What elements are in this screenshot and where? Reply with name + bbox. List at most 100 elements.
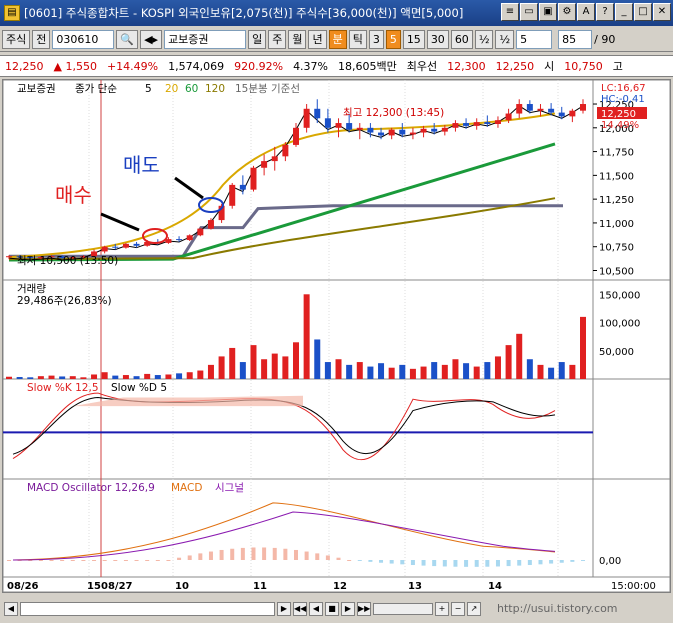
buy-note: 매수 bbox=[55, 183, 92, 207]
candle-body bbox=[441, 127, 448, 132]
volume-bar bbox=[144, 373, 151, 379]
volume-bar bbox=[505, 345, 512, 379]
volume-bar bbox=[186, 372, 193, 379]
interval-half-b[interactable]: ½ bbox=[495, 29, 515, 49]
restore-icon[interactable]: ▭ bbox=[520, 3, 538, 21]
volume-bar bbox=[101, 372, 108, 379]
volume-bar bbox=[80, 377, 87, 379]
help-icon[interactable]: ? bbox=[596, 3, 614, 21]
lc-label: LC:16,67 bbox=[601, 83, 646, 94]
menu-icon[interactable]: ≡ bbox=[501, 3, 519, 21]
macd-osc-bar bbox=[474, 560, 479, 567]
macd-osc-bar bbox=[102, 560, 107, 561]
macd-osc-bar bbox=[464, 560, 469, 567]
volume-bar bbox=[69, 376, 76, 379]
interval-30[interactable]: 30 bbox=[426, 29, 449, 49]
draw-icon[interactable]: ↗ bbox=[467, 601, 481, 616]
tab-day[interactable]: 일 bbox=[248, 29, 267, 49]
speaker-icon[interactable]: ◀▸ bbox=[140, 29, 163, 49]
settings-icon[interactable]: ⚙ bbox=[558, 3, 576, 21]
macd-osc-bar bbox=[347, 560, 352, 561]
maximize-icon[interactable]: □ bbox=[634, 3, 652, 21]
scroll-right-icon[interactable]: ▶ bbox=[277, 601, 291, 616]
volume-bar bbox=[463, 363, 470, 379]
macd-osc-bar bbox=[60, 560, 65, 561]
zoom-in-icon[interactable]: + bbox=[435, 601, 449, 616]
first-icon[interactable]: ◀◀ bbox=[293, 601, 307, 616]
stop-icon[interactable]: ■ bbox=[325, 601, 339, 616]
volume-bar bbox=[558, 362, 565, 379]
macd-osc-bar bbox=[49, 560, 54, 561]
candle-body bbox=[431, 128, 438, 132]
volume-bar bbox=[59, 376, 66, 379]
volume-bar bbox=[122, 375, 129, 379]
toolbar: 주식 전 030610 🔍 ◀▸ 교보증권 일 주 월 년 분 틱 3 5 15… bbox=[0, 27, 673, 52]
volume-bar bbox=[293, 342, 299, 379]
tab-month[interactable]: 월 bbox=[288, 29, 307, 49]
close-icon[interactable]: ✕ bbox=[653, 3, 671, 21]
tab-minute[interactable]: 분 bbox=[328, 29, 347, 49]
stock-code-input[interactable]: 030610 bbox=[52, 29, 115, 49]
interval-5[interactable]: 5 bbox=[385, 29, 401, 49]
tab-year[interactable]: 년 bbox=[308, 29, 327, 49]
tab-week[interactable]: 주 bbox=[268, 29, 287, 49]
interval-half-a[interactable]: ½ bbox=[474, 29, 494, 49]
interval-15[interactable]: 15 bbox=[402, 29, 425, 49]
scroll-left-icon[interactable]: ◀ bbox=[4, 601, 18, 616]
volume-bar bbox=[452, 359, 459, 379]
candle-body bbox=[537, 108, 544, 111]
last-icon[interactable]: ▶▶ bbox=[357, 601, 371, 616]
macd-osc-bar bbox=[145, 560, 150, 561]
chart-canvas[interactable]: 08/26 15 08/27 10 11 12 13 14 15:00:0012,25012,0… bbox=[3, 80, 670, 592]
macd-osc-bar bbox=[315, 553, 320, 560]
candle-body bbox=[346, 123, 353, 130]
volume-bar bbox=[378, 363, 385, 379]
candle-body bbox=[580, 104, 586, 111]
prev-icon[interactable]: ◀ bbox=[309, 601, 323, 616]
interval-60[interactable]: 60 bbox=[450, 29, 473, 49]
scrollbar-track[interactable] bbox=[20, 601, 275, 616]
macd-osc-bar bbox=[495, 560, 500, 567]
candle-body bbox=[484, 122, 491, 124]
next-icon[interactable]: ▶ bbox=[341, 601, 355, 616]
stock-type-select[interactable]: 주식 bbox=[2, 29, 31, 49]
prev-button[interactable]: 전 bbox=[32, 29, 51, 49]
legend-ma: 종가 단순 bbox=[75, 83, 117, 95]
count-input[interactable]: 85 bbox=[558, 29, 593, 49]
font-icon[interactable]: A bbox=[577, 3, 595, 21]
hc-label: HC:-0,41 bbox=[601, 94, 645, 105]
interval-3[interactable]: 3 bbox=[368, 29, 384, 49]
candle-body bbox=[505, 113, 512, 121]
chart-area[interactable]: 08/26 15 08/27 10 11 12 13 14 15:00:00 12,250 12,0… bbox=[2, 79, 671, 593]
candle-body bbox=[473, 122, 480, 126]
price-tick-label: 11,500 bbox=[599, 171, 634, 182]
sell-note: 매도 bbox=[123, 153, 160, 177]
macd-osc-bar bbox=[368, 560, 373, 562]
volume-bar bbox=[48, 375, 55, 379]
macd-osc-bar bbox=[123, 560, 128, 561]
interval-select[interactable]: 5 bbox=[516, 29, 553, 49]
minimize-icon[interactable]: _ bbox=[615, 3, 633, 21]
volume-bar bbox=[473, 366, 480, 379]
tile-icon[interactable]: ▣ bbox=[539, 3, 557, 21]
macd-osc-bar bbox=[538, 560, 543, 565]
candle-body bbox=[314, 108, 321, 119]
macd-osc-bar bbox=[527, 560, 532, 566]
zoom-slider[interactable] bbox=[373, 602, 433, 615]
x-tick-label: 08/26 bbox=[7, 581, 39, 592]
macd-osc-bar bbox=[272, 547, 277, 560]
x-time-label: 15:00:00 bbox=[611, 581, 656, 592]
stock-name-field[interactable]: 교보증권 bbox=[164, 29, 247, 49]
candle-body bbox=[303, 108, 310, 128]
tab-tick[interactable]: 틱 bbox=[348, 29, 367, 49]
candle-body bbox=[409, 132, 416, 135]
candle-body bbox=[176, 239, 183, 241]
macd-osc-bar bbox=[113, 560, 118, 561]
zoom-out-icon[interactable]: − bbox=[451, 601, 465, 616]
macd-osc-bar bbox=[485, 560, 490, 567]
bid: 12,300 bbox=[447, 59, 486, 73]
search-icon[interactable]: 🔍 bbox=[116, 29, 139, 49]
price-tick-label: 10,500 bbox=[599, 266, 634, 277]
candle-body bbox=[569, 110, 576, 117]
stoch-title-k: Slow %K 12,5 bbox=[27, 382, 99, 394]
